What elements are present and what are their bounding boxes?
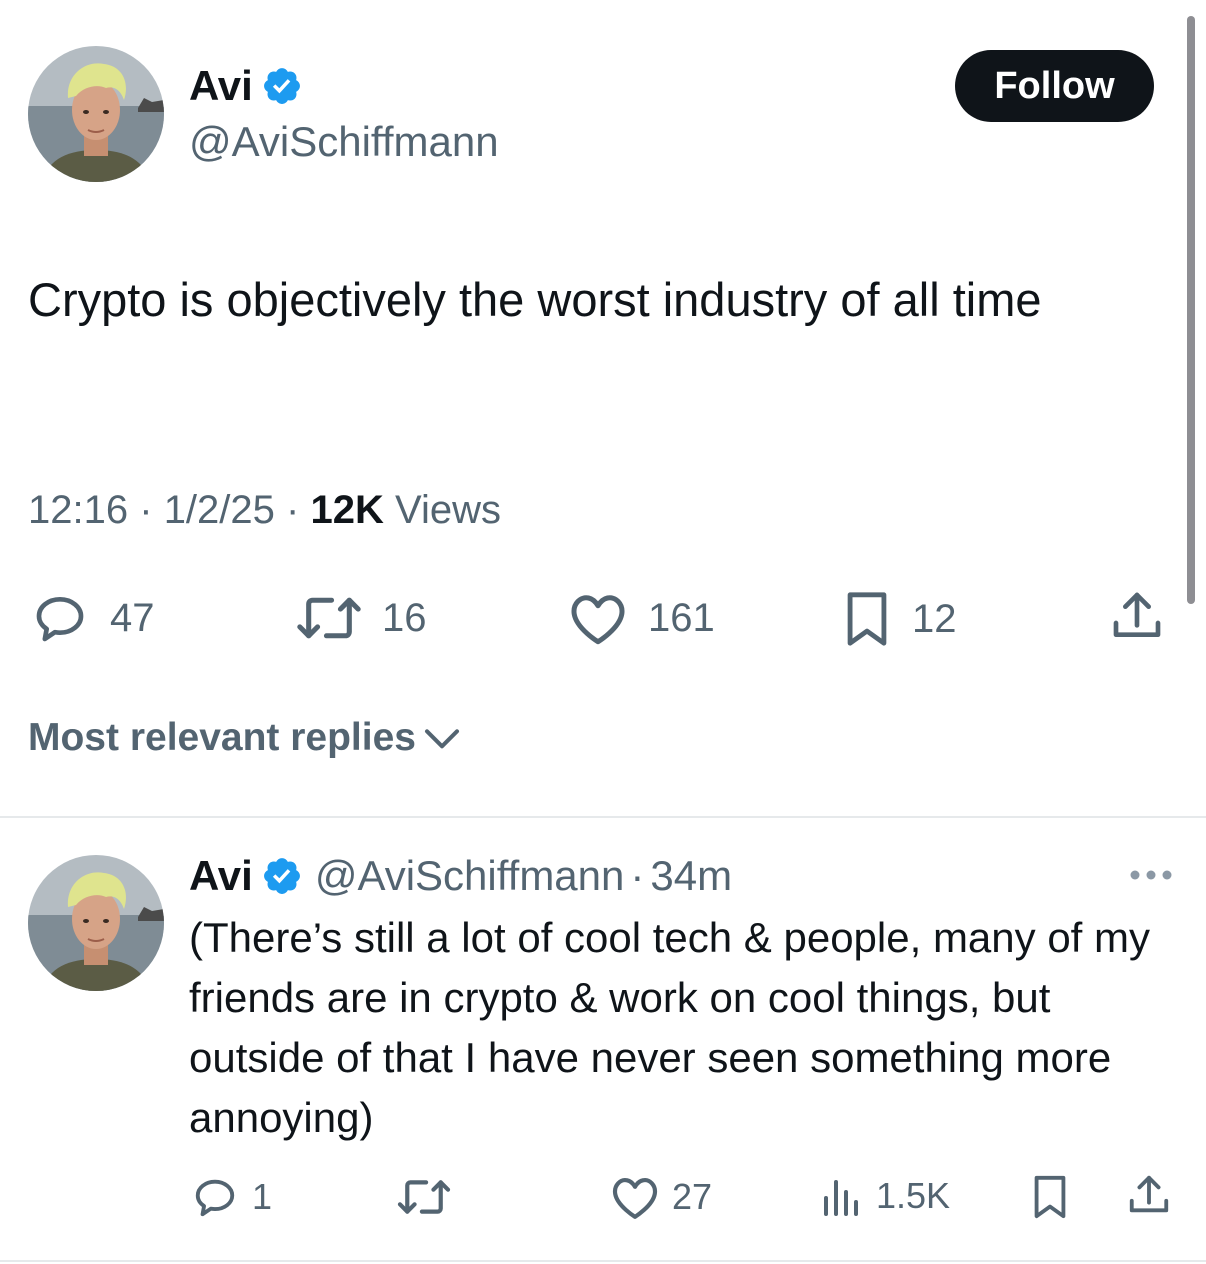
verified-badge-icon: [261, 65, 303, 107]
follow-button[interactable]: Follow: [955, 50, 1154, 122]
bookmark-action[interactable]: 12: [842, 590, 957, 648]
avatar-image: [28, 46, 164, 182]
reply-author-name[interactable]: Avi: [189, 852, 253, 900]
author-name[interactable]: Avi: [189, 62, 253, 110]
reply-repost-action[interactable]: [396, 1174, 452, 1220]
like-icon: [571, 595, 625, 645]
views-icon: [824, 1180, 858, 1216]
bookmark-count: 12: [912, 596, 957, 641]
reply-header: Avi @AviSchiffmann · 34m: [189, 852, 732, 900]
reply-share-action[interactable]: [1126, 1172, 1172, 1218]
tweet-text: Crypto is objectively the worst industry…: [28, 273, 1042, 326]
share-icon: [1129, 1175, 1169, 1213]
reply-author-handle[interactable]: @AviSchiffmann: [315, 852, 625, 900]
reply-text: (There’s still a lot of cool tech & peop…: [189, 914, 1150, 1141]
repost-icon: [397, 1180, 451, 1214]
reply-action[interactable]: 47: [30, 590, 155, 646]
replies-sort-label: Most relevant replies: [28, 716, 416, 759]
author-handle[interactable]: @AviSchiffmann: [189, 118, 499, 166]
reply-author-avatar[interactable]: [28, 855, 164, 991]
share-icon: [1113, 592, 1161, 637]
divider: [0, 816, 1206, 818]
meta-separator: ·: [286, 488, 300, 532]
replies-sort-dropdown[interactable]: Most relevant replies: [28, 716, 462, 760]
chevron-down-icon: [424, 729, 459, 749]
author-avatar[interactable]: [28, 46, 164, 182]
reply-like-action[interactable]: 27: [610, 1174, 712, 1220]
meta-separator: ·: [139, 488, 153, 532]
reply-like-count: 27: [672, 1176, 713, 1217]
bookmark-icon: [847, 592, 887, 646]
reply-count: 47: [110, 595, 155, 640]
reply-age[interactable]: 34m: [650, 852, 732, 900]
reply-reply-action[interactable]: 1: [190, 1174, 272, 1220]
author-name-row: Avi: [189, 62, 303, 110]
verified-badge-icon: [261, 855, 303, 897]
scrollbar[interactable]: [1187, 16, 1195, 604]
reply-separator: ·: [630, 852, 645, 899]
share-action[interactable]: [1108, 588, 1166, 644]
views-count: 12K: [310, 488, 384, 532]
reply-views-action[interactable]: 1.5K: [820, 1174, 950, 1218]
views-label: Views: [395, 488, 501, 532]
reply-icon: [195, 1179, 235, 1217]
reply-bookmark-action[interactable]: [1030, 1174, 1070, 1220]
repost-icon: [297, 597, 361, 639]
like-count: 161: [648, 595, 715, 640]
tweet-date[interactable]: 1/2/25: [164, 488, 275, 532]
reply-icon: [36, 597, 84, 642]
divider: [0, 1260, 1206, 1262]
reply-views-count: 1.5K: [876, 1175, 951, 1216]
repost-action[interactable]: 16: [296, 590, 427, 646]
avatar-image: [28, 855, 164, 991]
like-action[interactable]: 161: [568, 590, 715, 646]
repost-count: 16: [382, 595, 427, 640]
like-icon: [612, 1178, 658, 1219]
bookmark-icon: [1034, 1175, 1066, 1219]
tweet-meta: 12:16 · 1/2/25 · 12K Views: [28, 488, 501, 533]
more-icon[interactable]: [1128, 868, 1174, 882]
tweet-time[interactable]: 12:16: [28, 488, 128, 532]
reply-reply-count: 1: [252, 1176, 273, 1217]
